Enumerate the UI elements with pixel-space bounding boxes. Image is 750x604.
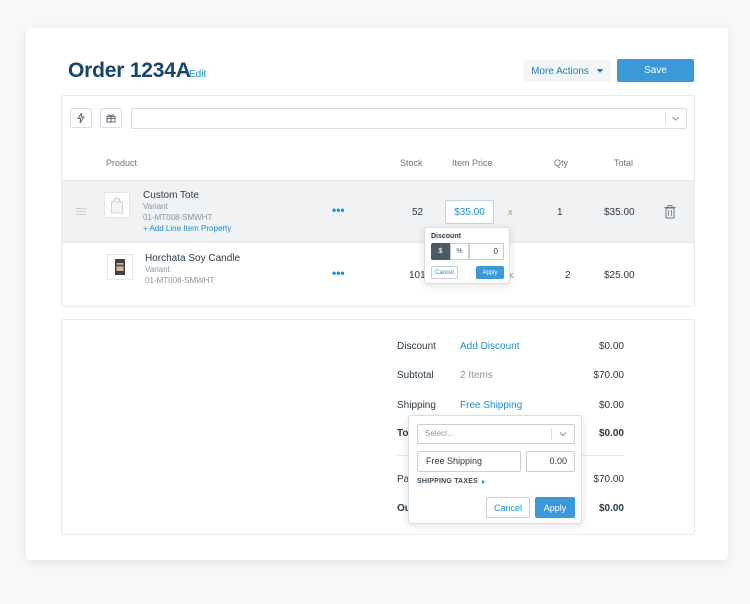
summary-shipping-value: $0.00	[598, 400, 624, 411]
chevron-down-icon	[559, 432, 567, 437]
discount-popover: Discount $ % 0 Cancel Apply	[424, 227, 510, 284]
shipping-taxes-label: SHIPPING TAXES	[417, 478, 479, 485]
discount-apply-button[interactable]: Apply	[476, 266, 504, 279]
product-variant: Variant	[145, 265, 170, 274]
summary-total-value: $0.00	[598, 428, 624, 439]
more-options-icon[interactable]: •••	[332, 266, 345, 280]
discount-popover-label: Discount	[431, 233, 461, 240]
col-item-price: Item Price	[452, 158, 493, 168]
discount-type-dollar[interactable]: $	[431, 243, 450, 260]
summary-discount-label: Discount	[397, 341, 436, 352]
shipping-amount-input[interactable]: 0.00	[526, 451, 575, 472]
chevron-down-icon[interactable]	[671, 114, 680, 123]
shipping-method-select[interactable]: Select...	[417, 424, 575, 444]
col-qty: Qty	[554, 158, 569, 168]
discount-value-input[interactable]: 0	[469, 243, 504, 260]
discount-type-percent[interactable]: %	[450, 243, 469, 260]
product-search-input[interactable]	[132, 110, 652, 129]
times-sign: x	[508, 207, 513, 217]
more-actions-label: More Actions	[531, 65, 589, 77]
shipping-name-input[interactable]: Free Shipping	[417, 451, 521, 472]
qty-value[interactable]: 2	[565, 270, 571, 281]
add-line-item-property-link[interactable]: + Add Line Item Property	[143, 224, 231, 233]
gift-icon	[106, 114, 116, 123]
shipping-popover: Select... Free Shipping 0.00 SHIPPING TA…	[408, 415, 582, 524]
drag-handle-icon[interactable]	[76, 208, 86, 217]
summary-shipping-label: Shipping	[397, 400, 436, 411]
search-divider	[665, 113, 666, 125]
shipping-cancel-button[interactable]: Cancel	[486, 497, 530, 518]
gift-button[interactable]	[100, 108, 122, 128]
item-price-input[interactable]: $35.00	[445, 200, 494, 224]
product-variant: Variant	[143, 202, 168, 211]
add-discount-link[interactable]: Add Discount	[460, 341, 519, 352]
lightning-button[interactable]	[70, 108, 92, 128]
qty-value[interactable]: 1	[557, 207, 563, 218]
product-name: Custom Tote	[143, 190, 199, 201]
product-name: Horchata Soy Candle	[145, 253, 241, 264]
page-title: Order 1234A	[68, 59, 191, 82]
more-options-icon[interactable]: •••	[332, 203, 345, 217]
save-button[interactable]: Save	[617, 59, 694, 82]
summary-total-label: To	[397, 428, 409, 439]
shipping-apply-button[interactable]: Apply	[535, 497, 575, 518]
stock-value: 52	[412, 207, 424, 218]
shipping-taxes-toggle[interactable]: SHIPPING TAXES	[417, 478, 486, 485]
summary-outstanding-value: $0.00	[598, 503, 624, 514]
product-search[interactable]	[131, 108, 687, 129]
summary-subtotal-items: 2 Items	[460, 370, 493, 381]
candle-jar-icon	[115, 259, 125, 275]
col-total: Total	[614, 158, 634, 168]
summary-subtotal-value: $70.00	[593, 370, 624, 381]
lightning-icon	[77, 113, 85, 123]
select-divider	[551, 428, 552, 440]
more-actions-button[interactable]: More Actions	[523, 60, 611, 82]
line-total: $35.00	[604, 207, 635, 218]
edit-link[interactable]: Edit	[189, 69, 206, 80]
col-product: Product	[106, 158, 138, 168]
shipping-select-placeholder: Select...	[425, 429, 454, 438]
summary-paid-value: $70.00	[593, 474, 624, 485]
col-stock: Stock	[400, 158, 423, 168]
summary-discount-value: $0.00	[598, 341, 624, 352]
summary-subtotal-label: Subtotal	[397, 370, 434, 381]
product-thumbnail-candle	[107, 254, 133, 280]
product-sku: 01-MT008-SMWHT	[143, 213, 213, 222]
caret-down-icon	[596, 69, 603, 73]
free-shipping-link[interactable]: Free Shipping	[460, 400, 522, 411]
product-sku: 01-MT008-SMWHT	[145, 276, 215, 285]
tote-bag-icon	[111, 197, 123, 214]
caret-right-icon	[482, 479, 486, 484]
trash-icon[interactable]	[664, 205, 676, 219]
line-total: $25.00	[604, 270, 635, 281]
product-thumbnail-tote	[104, 192, 130, 218]
discount-cancel-button[interactable]: Cancel	[431, 266, 458, 279]
